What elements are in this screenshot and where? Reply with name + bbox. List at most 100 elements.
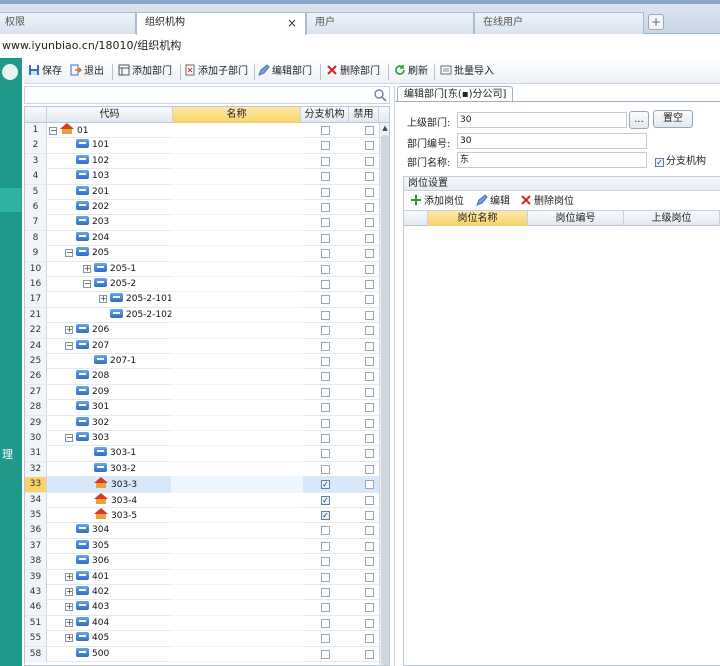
disabled-checkbox[interactable] — [365, 187, 374, 197]
branch-checkbox[interactable] — [321, 541, 330, 551]
disabled-checkbox[interactable] — [365, 264, 374, 274]
branch-checkbox[interactable] — [321, 634, 330, 644]
table-row[interactable]: 58 500 — [25, 646, 379, 662]
collapse-icon[interactable]: − — [65, 249, 73, 258]
add-tab-icon[interactable]: + — [648, 14, 664, 30]
disabled-checkbox[interactable] — [365, 634, 374, 644]
table-row[interactable]: 51 +404 — [25, 615, 379, 632]
expand-icon[interactable]: + — [99, 295, 107, 304]
branch-checkbox[interactable] — [321, 233, 330, 243]
expand-icon[interactable]: + — [65, 572, 73, 581]
exit-button[interactable]: 退出 — [70, 64, 104, 80]
scroll-thumb[interactable] — [381, 135, 389, 665]
disabled-checkbox[interactable] — [365, 541, 374, 551]
branch-checkbox[interactable] — [321, 464, 330, 474]
branch-checkbox[interactable] — [321, 357, 330, 366]
table-row[interactable]: 30 − 303 — [25, 431, 379, 447]
delete-post-button[interactable]: 删除岗位 — [520, 194, 574, 210]
table-row[interactable]: 32 303-2 — [25, 461, 379, 478]
disabled-checkbox[interactable] — [365, 464, 374, 474]
disabled-checkbox[interactable] — [365, 172, 374, 182]
post-header-code[interactable]: 岗位编号 — [528, 211, 624, 226]
table-row[interactable]: 28 301 — [25, 400, 379, 416]
branch-checkbox[interactable] — [321, 264, 330, 274]
header-disabled[interactable]: 禁用 — [349, 107, 379, 123]
edit-post-button[interactable]: 编辑 — [476, 194, 510, 210]
branch-checkbox[interactable] — [321, 310, 330, 320]
disabled-checkbox[interactable] — [365, 156, 374, 166]
table-row[interactable]: 26 208 — [25, 369, 379, 385]
disabled-checkbox[interactable] — [365, 295, 374, 305]
collapse-icon[interactable]: − — [65, 434, 73, 442]
add-dept-button[interactable]: 添加部门 — [118, 64, 172, 80]
table-row[interactable]: 34 303-4 ✓ — [25, 492, 379, 508]
branch-checkbox[interactable] — [321, 341, 330, 351]
disabled-checkbox[interactable] — [365, 372, 374, 382]
collapse-icon[interactable]: − — [83, 280, 91, 288]
disabled-checkbox[interactable] — [365, 310, 374, 320]
grid-scrollbar[interactable]: ▲ — [379, 123, 389, 665]
refresh-button[interactable]: 刷新 — [394, 64, 428, 80]
table-row[interactable]: 33 303-3 ✓ — [25, 477, 379, 493]
table-row[interactable]: 10 +205-1 — [25, 261, 379, 277]
table-row[interactable]: 5 201 — [25, 184, 379, 200]
table-row[interactable]: 2 101 — [25, 138, 379, 154]
parent-dept-field[interactable]: 30 — [457, 112, 627, 128]
tab-users[interactable]: 用户 — [306, 12, 474, 34]
table-row[interactable]: 39 +401 — [25, 569, 379, 585]
table-row[interactable]: 16 − 205-2 — [25, 277, 379, 293]
save-button[interactable]: 保存 — [28, 64, 62, 80]
disabled-checkbox[interactable] — [365, 557, 374, 567]
disabled-checkbox[interactable] — [365, 603, 374, 613]
table-row[interactable]: 55 +405 — [25, 631, 379, 647]
collapse-icon[interactable]: − — [65, 341, 73, 350]
collapse-icon[interactable]: − — [49, 127, 57, 135]
expand-icon[interactable]: + — [65, 618, 73, 627]
branch-check-icon[interactable]: ✓ — [655, 158, 664, 167]
scroll-up-icon[interactable]: ▲ — [380, 123, 389, 133]
disabled-checkbox[interactable] — [365, 572, 374, 582]
disabled-checkbox[interactable] — [365, 249, 374, 259]
branch-checkbox[interactable] — [321, 526, 330, 536]
disabled-checkbox[interactable] — [365, 280, 374, 289]
import-button[interactable]: 批量导入 — [440, 64, 494, 80]
branch-checkbox[interactable] — [321, 387, 330, 397]
table-row[interactable]: 31 303-1 — [25, 446, 379, 462]
disabled-checkbox[interactable] — [365, 357, 374, 366]
delete-dept-button[interactable]: 删除部门 — [326, 64, 380, 80]
table-row[interactable]: 6 202 — [25, 200, 379, 216]
table-row[interactable]: 43 +402 — [25, 585, 379, 601]
table-row[interactable]: 37 305 — [25, 538, 379, 555]
disabled-checkbox[interactable] — [365, 449, 374, 459]
disabled-checkbox[interactable] — [365, 618, 374, 628]
branch-checkbox[interactable] — [321, 187, 330, 197]
branch-checkbox[interactable] — [321, 588, 330, 597]
table-row[interactable]: 8 204 — [25, 230, 379, 247]
table-row[interactable]: 35 303-5 ✓ — [25, 508, 379, 524]
branch-checkbox[interactable] — [321, 372, 330, 382]
branch-checkbox[interactable] — [321, 649, 330, 659]
disabled-checkbox[interactable] — [365, 511, 374, 520]
tab-online-users[interactable]: 在线用户 — [474, 12, 644, 34]
branch-checkbox[interactable] — [321, 434, 330, 443]
table-row[interactable]: 3 102 — [25, 153, 379, 170]
branch-checkbox[interactable] — [321, 141, 330, 151]
add-post-button[interactable]: 添加岗位 — [410, 194, 464, 210]
expand-icon[interactable]: + — [83, 264, 91, 273]
branch-checkbox[interactable] — [321, 326, 330, 336]
edit-dept-button[interactable]: 编辑部门 — [258, 64, 312, 80]
branch-checkbox[interactable]: ✓ — [321, 511, 330, 520]
tab-organization[interactable]: 组织机构 × — [136, 12, 306, 35]
disabled-checkbox[interactable] — [365, 141, 374, 151]
disabled-checkbox[interactable] — [365, 203, 374, 212]
disabled-checkbox[interactable] — [365, 341, 374, 351]
branch-checkbox[interactable] — [321, 557, 330, 567]
disabled-checkbox[interactable] — [365, 326, 374, 336]
expand-icon[interactable]: + — [65, 603, 73, 612]
branch-checkbox[interactable] — [321, 156, 330, 166]
post-header-name[interactable]: 岗位名称 — [428, 211, 528, 226]
expand-icon[interactable]: + — [65, 634, 73, 643]
disabled-checkbox[interactable] — [365, 403, 374, 413]
disabled-checkbox[interactable] — [365, 418, 374, 428]
table-row[interactable]: 21 205-2-102 — [25, 307, 379, 324]
